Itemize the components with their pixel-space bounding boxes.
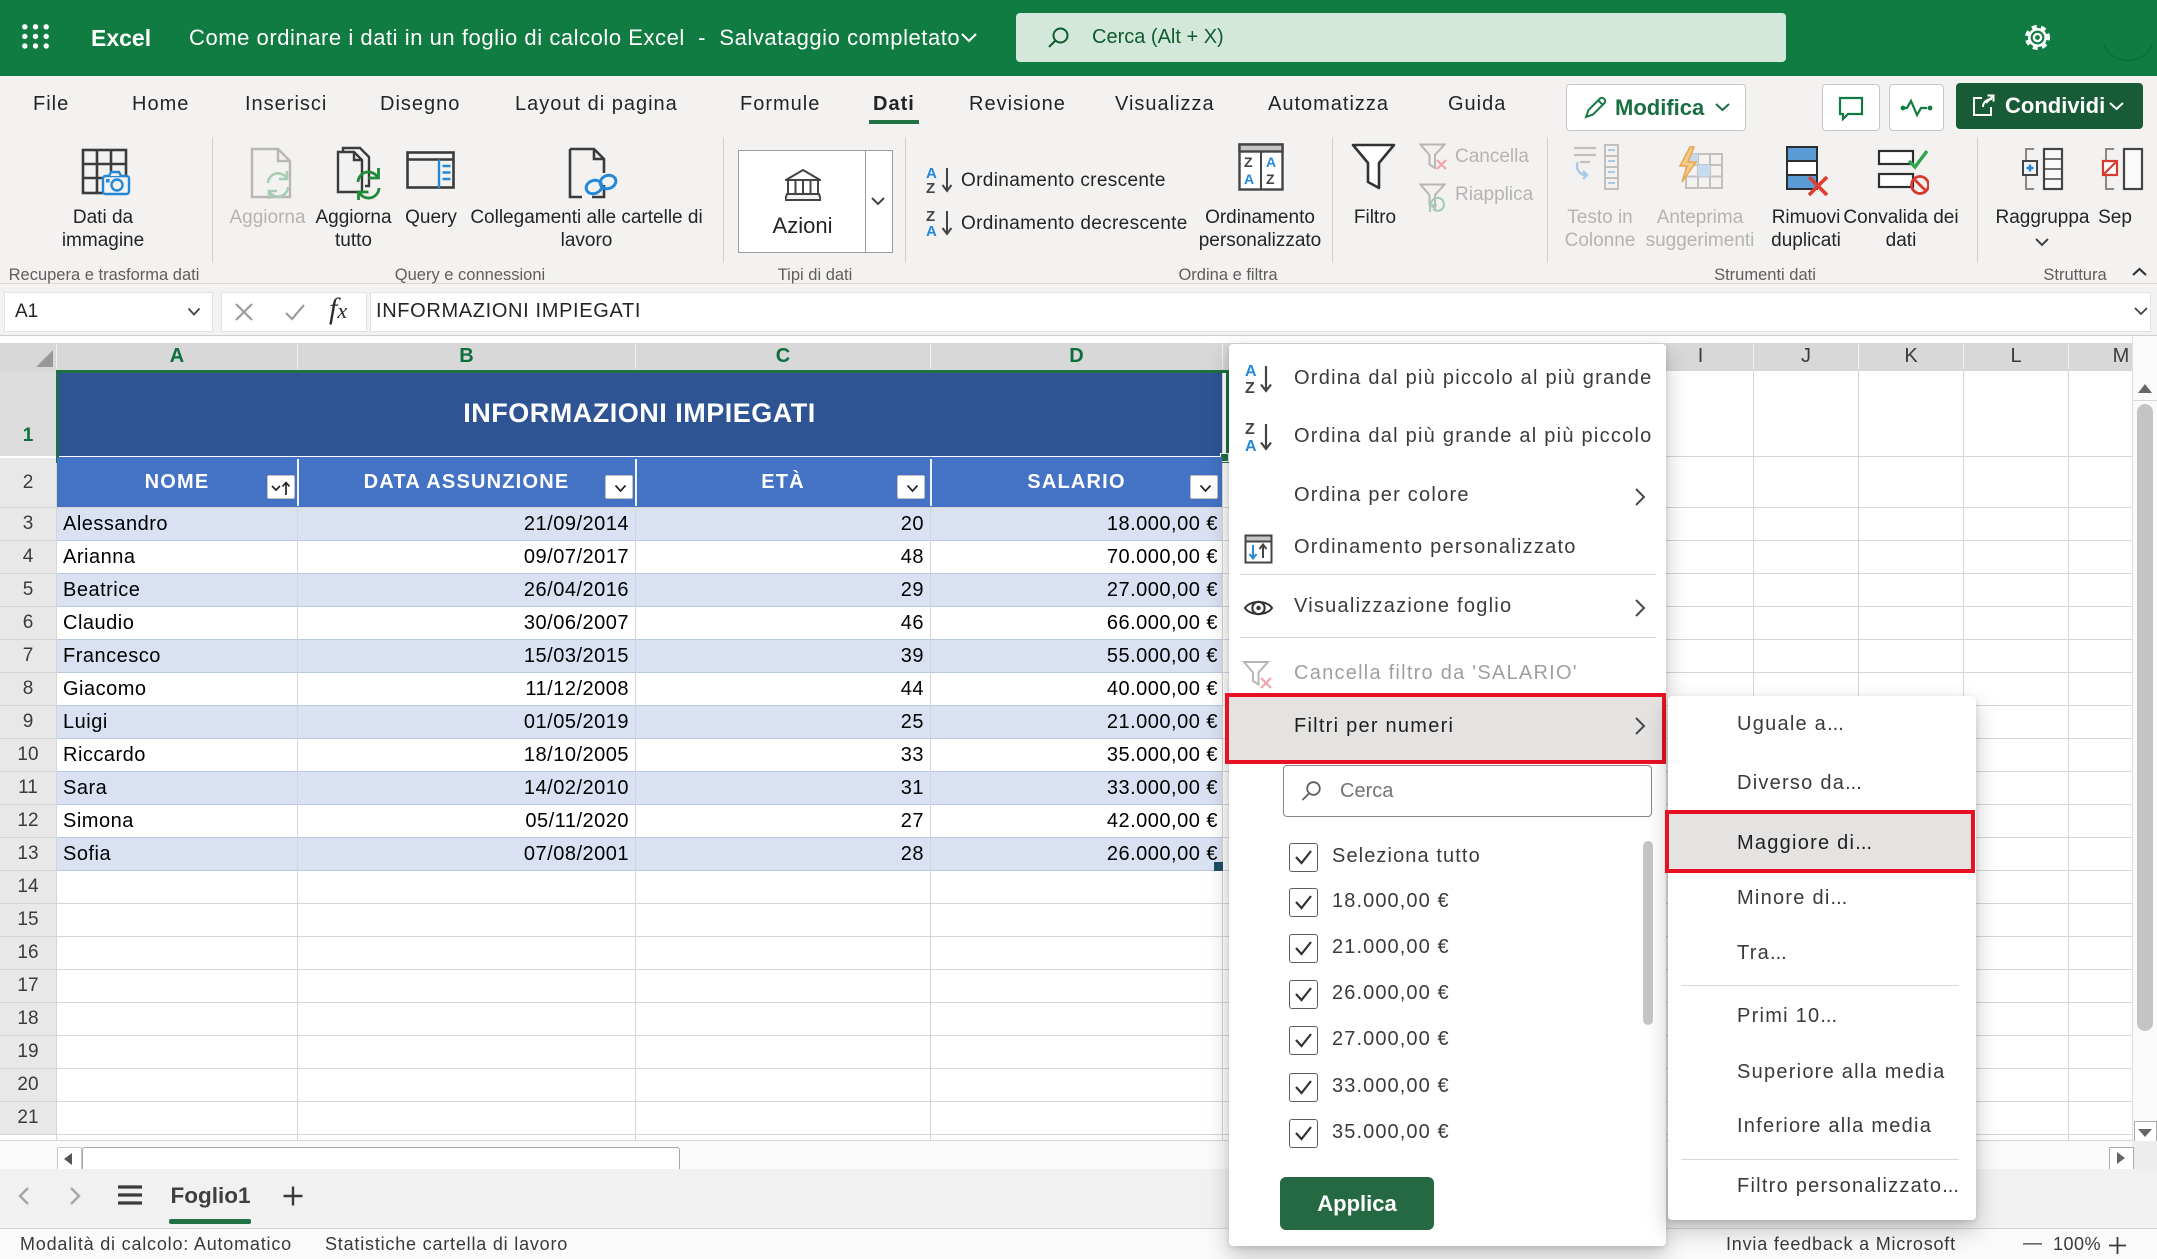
- svg-text:Z: Z: [1245, 421, 1255, 438]
- svg-text:A: A: [1245, 363, 1257, 380]
- svg-text:A: A: [1245, 438, 1257, 453]
- svg-text:Z: Z: [1244, 154, 1253, 170]
- svg-text:A: A: [1266, 154, 1276, 170]
- svg-text:Z: Z: [1266, 171, 1275, 187]
- svg-text:Z: Z: [1245, 380, 1255, 395]
- svg-text:A: A: [1244, 171, 1254, 187]
- svg-text:Z: Z: [926, 180, 935, 194]
- svg-text:A: A: [926, 223, 937, 237]
